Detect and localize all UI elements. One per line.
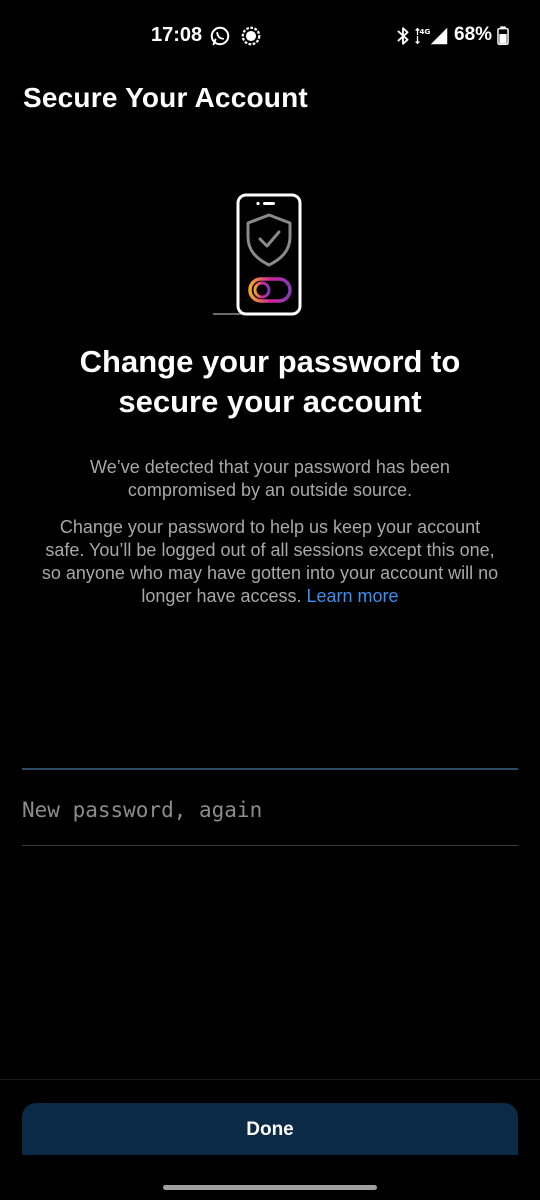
phone-shield-check-icon — [213, 193, 302, 316]
compromise-notice: We’ve detected that your password has be… — [90, 457, 450, 500]
battery-percent: 68% — [454, 24, 493, 45]
status-bar: 17:08 4G 68% — [0, 0, 540, 72]
home-indicator[interactable] — [163, 1185, 377, 1190]
explanation-text: Change your password to help us keep you… — [41, 517, 499, 606]
password-field-top-divider — [22, 768, 518, 770]
whatsapp-icon — [210, 26, 230, 46]
confirm-password-input[interactable] — [22, 780, 518, 840]
navigation-bar — [0, 1155, 540, 1200]
status-time: 17:08 — [151, 24, 203, 46]
change-password-explanation: Change your password to help us keep you… — [40, 516, 500, 608]
headline: Change your password to secure your acco… — [79, 344, 461, 419]
battery-icon — [497, 26, 509, 45]
bluetooth-icon — [397, 27, 409, 45]
password-field-underline — [22, 845, 518, 846]
learn-more-link[interactable]: Learn more — [307, 586, 399, 606]
page-title: Secure Your Account — [23, 82, 308, 113]
signal-strength-icon — [430, 27, 448, 45]
signal-app-icon — [241, 26, 261, 46]
footer-divider — [0, 1079, 540, 1080]
